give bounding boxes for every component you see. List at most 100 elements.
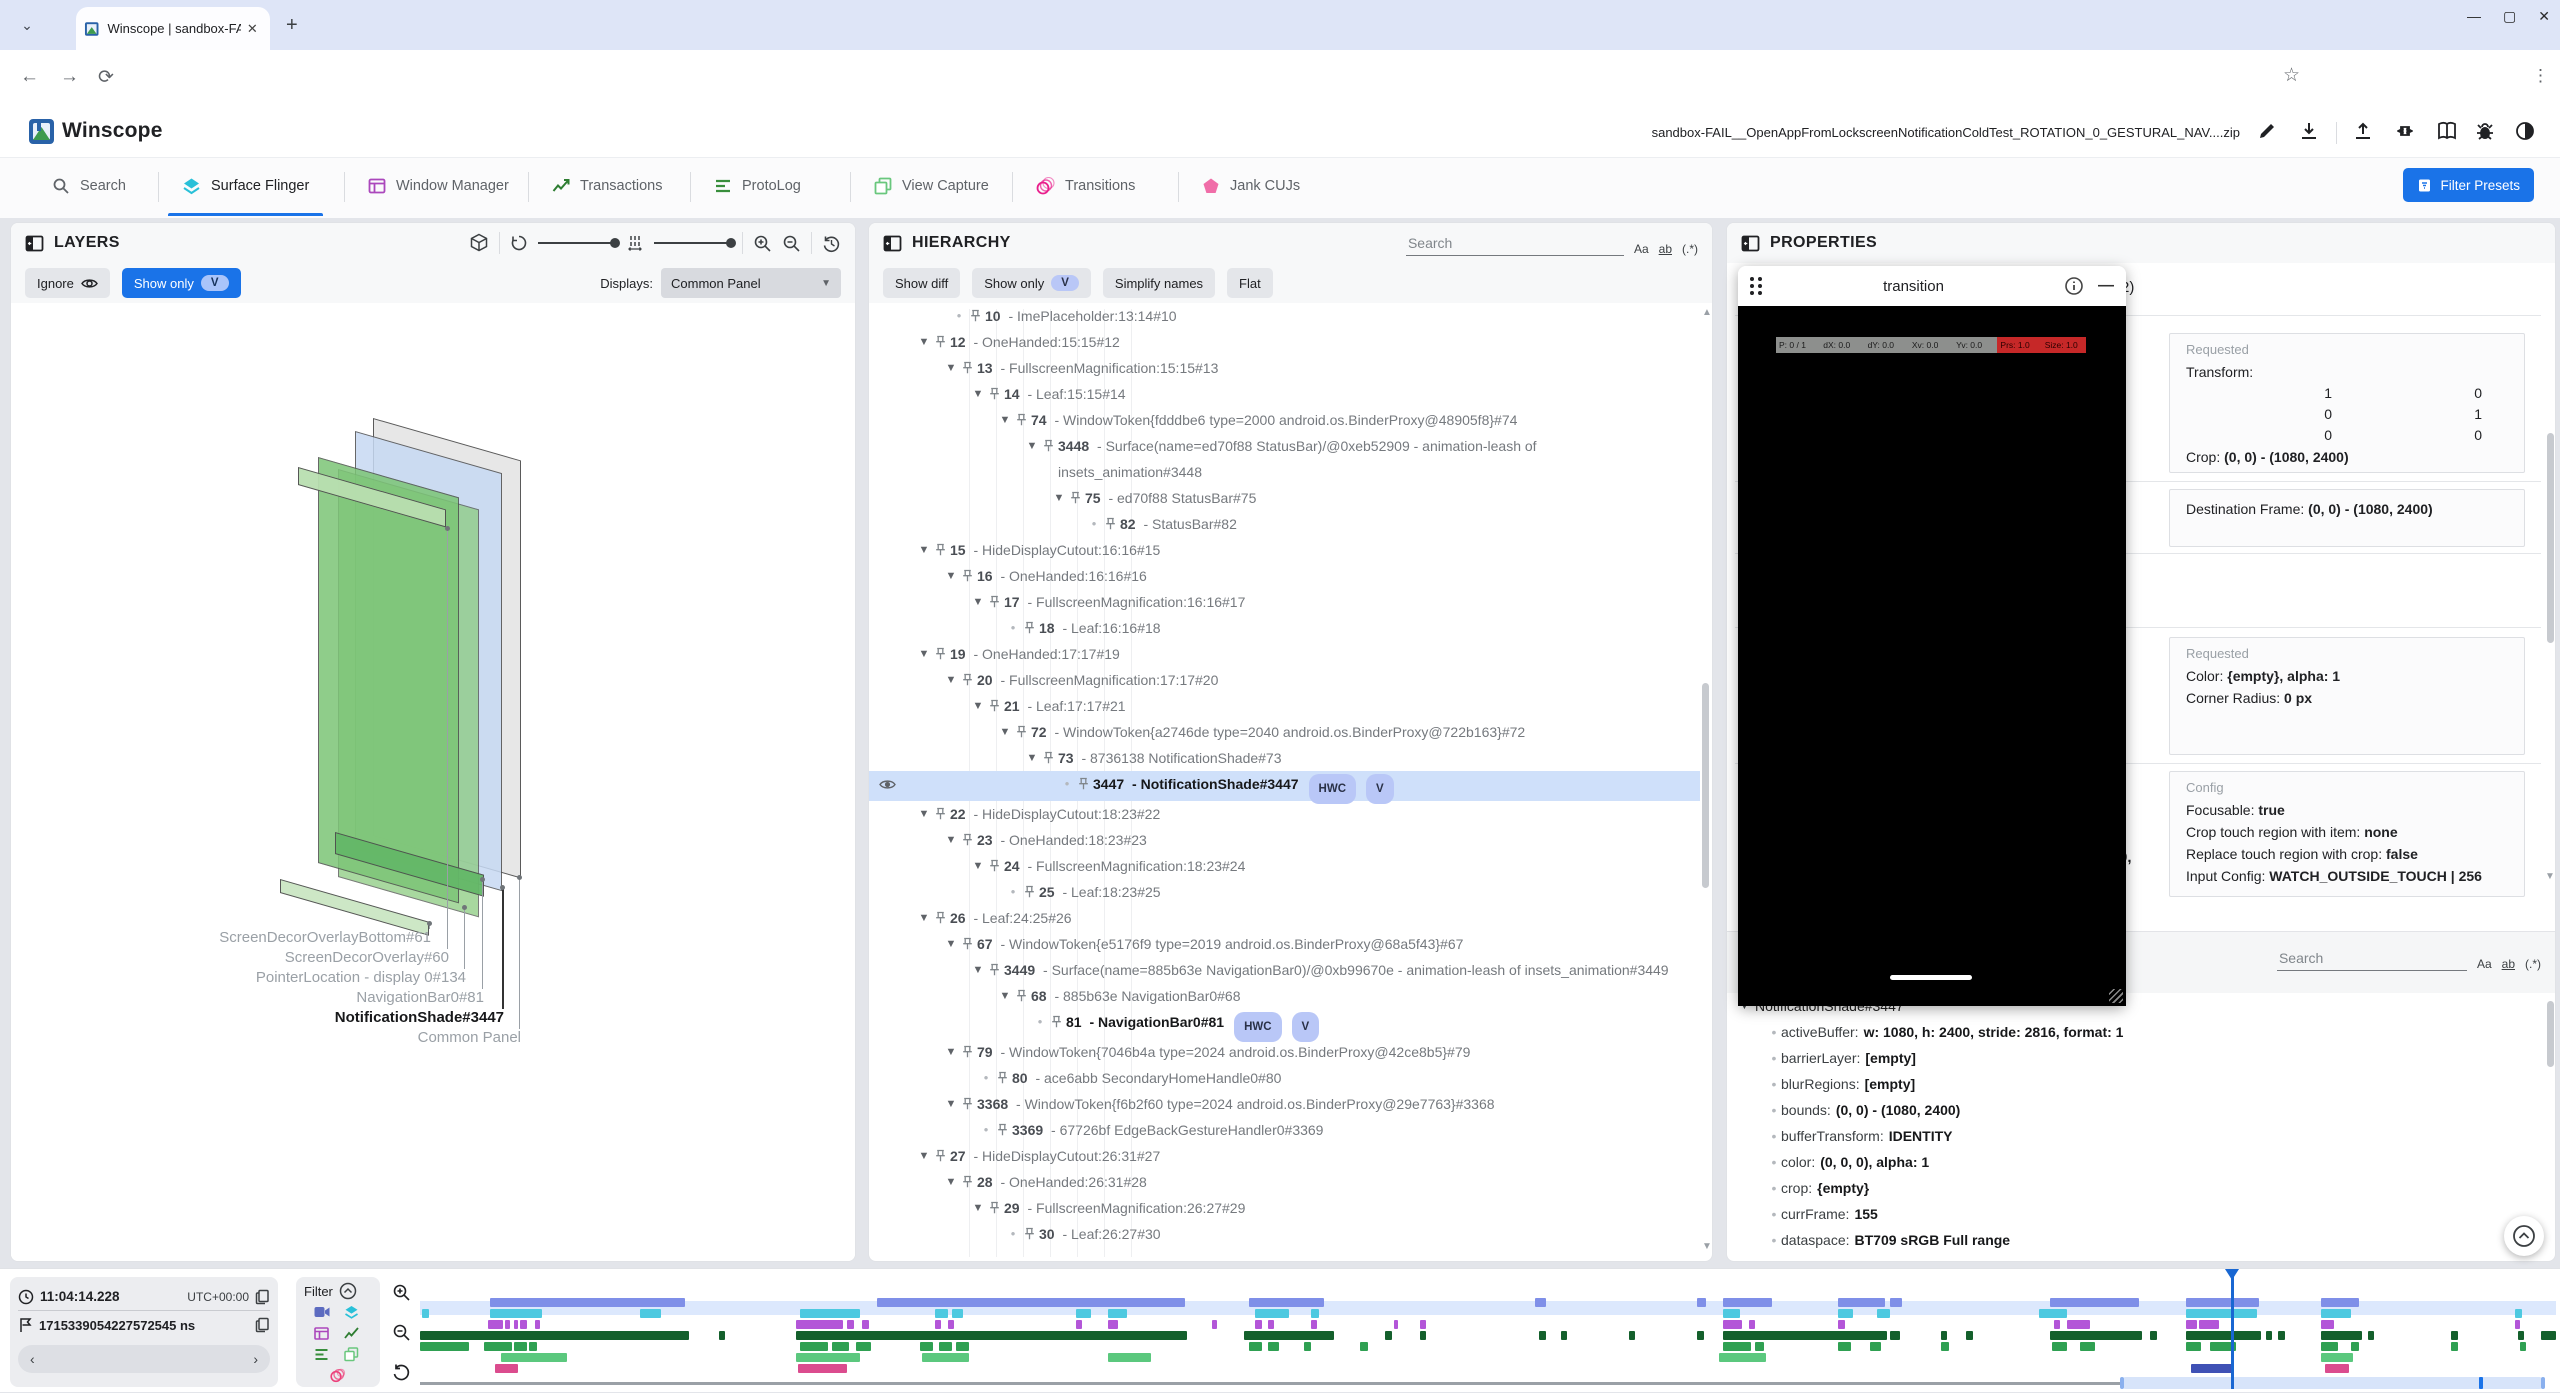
curr-property-row[interactable]: •dataspace:BT709 sRGB Full range xyxy=(1727,1227,2543,1253)
view-capture-segment[interactable] xyxy=(2321,1353,2353,1362)
surface-flinger-segment[interactable] xyxy=(1076,1309,1091,1318)
view-capture-filter-icon[interactable] xyxy=(344,1347,359,1362)
timestamp-ns[interactable]: 1715339054227572545 ns xyxy=(39,1318,195,1333)
tree-row-28[interactable]: ▼28 - OneHanded:26:31#28 xyxy=(869,1169,1700,1195)
bug-report-icon[interactable] xyxy=(2474,120,2496,142)
curr-scrollbar[interactable] xyxy=(2547,1001,2554,1067)
window-manager-segment[interactable] xyxy=(505,1320,509,1329)
timeline-zoom-in-icon[interactable] xyxy=(392,1283,411,1302)
transactions-segment[interactable] xyxy=(420,1331,689,1340)
tab-search-chevron-icon[interactable]: ⌄ xyxy=(14,12,40,38)
transactions-segment[interactable] xyxy=(1966,1331,1972,1340)
expand-arrow[interactable]: ▼ xyxy=(915,1143,933,1169)
expand-arrow[interactable]: ▼ xyxy=(942,931,960,957)
view-capture-segment[interactable] xyxy=(1719,1353,1766,1362)
expand-arrow[interactable]: ▼ xyxy=(996,719,1014,745)
tab-window-manager[interactable]: Window Manager xyxy=(368,158,509,214)
protolog-segment[interactable] xyxy=(2052,1342,2067,1351)
screen-recording-segment[interactable] xyxy=(2321,1298,2359,1307)
window-manager-segment[interactable] xyxy=(1212,1320,1216,1329)
ignore-button[interactable]: Ignore xyxy=(25,268,110,298)
theme-toggle-icon[interactable] xyxy=(2514,120,2536,142)
protolog-segment[interactable] xyxy=(2080,1342,2095,1351)
minimap-cap-left[interactable] xyxy=(2120,1377,2124,1389)
curr-property-row[interactable]: •currFrame:155 xyxy=(1727,1201,2543,1227)
surface-flinger-filter-icon[interactable] xyxy=(344,1305,359,1320)
window-manager-segment[interactable] xyxy=(488,1320,503,1329)
tree-row-27[interactable]: ▼27 - HideDisplayCutout:26:31#27 xyxy=(869,1143,1700,1169)
protolog-segment[interactable] xyxy=(1304,1342,1310,1351)
expand-arrow[interactable]: ▼ xyxy=(915,801,933,827)
screen-recording-segment[interactable] xyxy=(2186,1298,2259,1307)
timeline-tracks[interactable] xyxy=(420,1269,2556,1393)
tree-row-74[interactable]: ▼74 - WindowToken{fdddbe6 type=2000 andr… xyxy=(869,407,1700,433)
expand-arrow[interactable]: ▼ xyxy=(942,1169,960,1195)
protolog-segment[interactable] xyxy=(1268,1342,1279,1351)
view-capture-segment[interactable] xyxy=(1108,1353,1151,1362)
window-manager-segment[interactable] xyxy=(935,1320,941,1329)
tree-row-13[interactable]: ▼13 - FullscreenMagnification:15:15#13 xyxy=(869,355,1700,381)
hierarchy-search-input[interactable] xyxy=(1406,231,1624,256)
surface-flinger-segment[interactable] xyxy=(800,1309,860,1318)
playhead-line[interactable] xyxy=(2231,1275,2234,1389)
screen-recording-segment[interactable] xyxy=(1723,1298,1772,1307)
protolog-segment[interactable] xyxy=(832,1342,849,1351)
edit-icon[interactable] xyxy=(2256,120,2278,142)
window-manager-segment[interactable] xyxy=(1268,1320,1274,1329)
protolog-segment[interactable] xyxy=(420,1342,469,1351)
window-manager-segment[interactable] xyxy=(2054,1320,2060,1329)
transitions-filter-icon[interactable] xyxy=(330,1368,346,1383)
expand-arrow[interactable]: ▼ xyxy=(969,853,987,879)
surface-flinger-segment[interactable] xyxy=(422,1309,428,1318)
window-manager-segment[interactable] xyxy=(2321,1320,2334,1329)
bookmark-star-icon[interactable]: ☆ xyxy=(2283,64,2300,87)
window-manager-segment[interactable] xyxy=(1394,1320,1398,1329)
transactions-segment[interactable] xyxy=(796,1331,1187,1340)
transactions-segment[interactable] xyxy=(2278,1331,2284,1340)
forward-icon[interactable]: → xyxy=(60,66,79,88)
filter-presets-button[interactable]: Filter Presets xyxy=(2403,168,2534,202)
tree-row-68[interactable]: ▼68 - 885b63e NavigationBar0#68 xyxy=(869,983,1700,1009)
screen-recording-segment[interactable] xyxy=(490,1298,684,1307)
regex-toggle[interactable]: (.*) xyxy=(2525,957,2541,971)
transactions-segment[interactable] xyxy=(1723,1331,1887,1340)
zoom-out-icon[interactable] xyxy=(782,234,801,253)
expand-arrow[interactable]: ▼ xyxy=(996,983,1014,1009)
curr-property-row[interactable]: •bounds:(0, 0) - (1080, 2400) xyxy=(1727,1097,2543,1123)
expand-arrow[interactable]: ▼ xyxy=(942,1039,960,1065)
transactions-segment[interactable] xyxy=(1697,1331,1703,1340)
protolog-segment[interactable] xyxy=(529,1342,538,1351)
transactions-segment[interactable] xyxy=(719,1331,725,1340)
window-manager-segment[interactable] xyxy=(847,1320,853,1329)
next-entry-button[interactable]: › xyxy=(253,1351,258,1367)
protolog-segment[interactable] xyxy=(2451,1342,2457,1351)
view-capture-segment[interactable] xyxy=(501,1353,567,1362)
protolog-segment[interactable] xyxy=(956,1342,969,1351)
transactions-segment[interactable] xyxy=(2266,1331,2272,1340)
collapse-panel-icon[interactable] xyxy=(25,234,44,253)
protolog-segment[interactable] xyxy=(2186,1342,2201,1351)
curr-property-row[interactable]: •barrierLayer:[empty] xyxy=(1727,1045,2543,1071)
protolog-segment[interactable] xyxy=(2520,1342,2526,1351)
properties-search-input[interactable] xyxy=(2277,946,2467,971)
transactions-segment[interactable] xyxy=(1539,1331,1545,1340)
spacing-slider[interactable] xyxy=(654,242,732,244)
tree-row-81[interactable]: •81 - NavigationBar0#81HWCV xyxy=(869,1009,1700,1039)
layer-label[interactable]: ScreenDecorOverlay#60 xyxy=(11,949,449,966)
tree-row-25[interactable]: •25 - Leaf:18:23#25 xyxy=(869,879,1700,905)
window-manager-segment[interactable] xyxy=(1076,1320,1082,1329)
tree-row-3369[interactable]: •3369 - 67726bf EdgeBackGestureHandler0#… xyxy=(869,1117,1700,1143)
scroll-down-icon[interactable]: ▼ xyxy=(1702,1241,1712,1252)
window-manager-segment[interactable] xyxy=(535,1320,539,1329)
protolog-segment[interactable] xyxy=(1941,1342,1950,1351)
tab-surface-flinger[interactable]: Surface Flinger xyxy=(182,158,309,214)
tree-row-3448[interactable]: ▼3448 - Surface(name=ed70f88 StatusBar)/… xyxy=(869,433,1700,485)
window-manager-filter-icon[interactable] xyxy=(314,1326,329,1341)
curr-property-row[interactable]: •activeBuffer:w: 1080, h: 2400, stride: … xyxy=(1727,1019,2543,1045)
new-tab-button[interactable]: + xyxy=(286,14,298,37)
rotation-slider[interactable] xyxy=(538,242,616,244)
window-manager-segment[interactable] xyxy=(862,1320,868,1329)
surface-flinger-segment[interactable] xyxy=(1108,1309,1127,1318)
surface-flinger-segment[interactable] xyxy=(2039,1309,2067,1318)
tree-row-29[interactable]: ▼29 - FullscreenMagnification:26:27#29 xyxy=(869,1195,1700,1221)
